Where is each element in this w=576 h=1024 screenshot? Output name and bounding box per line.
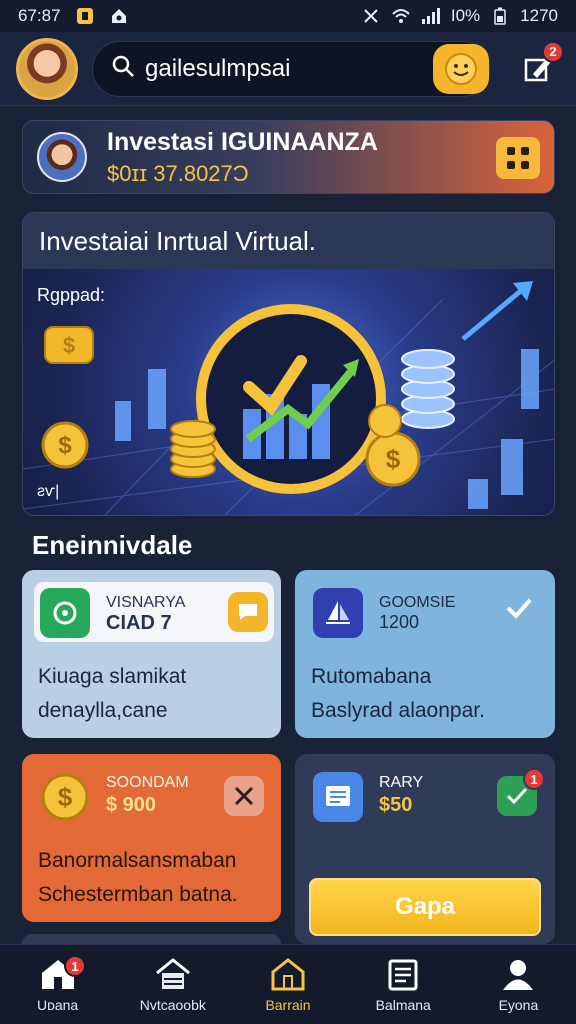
nav-notebook-label: Nvtcaoobk [139, 997, 206, 1013]
section-title: Eneinnivdale [32, 530, 193, 560]
clipboard-icon [388, 959, 418, 991]
hero-label-bottom: ƨѵ| [37, 483, 60, 500]
dollar-coin-icon: $ [40, 772, 90, 827]
grid-dot [507, 147, 515, 155]
signal-icon [421, 6, 441, 26]
nav-item-profile[interactable]: Eyona [461, 945, 576, 1024]
nav-item-home[interactable]: 1 Uᴅana [0, 945, 115, 1024]
compose-button[interactable]: 2 [518, 40, 564, 89]
nav-home-label: Uᴅana [37, 997, 79, 1013]
chat-icon [40, 588, 90, 638]
card-4-amount: $50 [379, 794, 413, 816]
smile-face-icon [445, 52, 477, 85]
person-icon [503, 960, 534, 990]
svg-text:$: $ [58, 782, 73, 812]
svg-text:$: $ [58, 432, 72, 459]
tools-icon[interactable] [224, 776, 264, 816]
home-active-icon [271, 958, 305, 991]
wifi-icon [391, 6, 411, 26]
user-avatar[interactable] [16, 37, 78, 100]
app-icon [109, 6, 129, 26]
card-1-subtitle: CIAD 7 [106, 612, 172, 634]
status-clock-right: 1270 [520, 6, 558, 25]
investment-illustration: $ $ $ [23, 281, 554, 515]
grid-dot [521, 161, 529, 169]
house-outline-icon [155, 958, 190, 989]
card-2-line-1: Rutomabana [311, 665, 432, 688]
status-bar: 67:87 Ӏ0% 1270 [0, 0, 576, 32]
notification-badge: 2 [542, 40, 564, 63]
banner-title: Investasi IGUINAANZA [107, 127, 378, 156]
grid-dot [507, 161, 515, 169]
nav-item-list[interactable]: Balmana [346, 945, 461, 1024]
card-3-amount: $ 900 [106, 794, 157, 816]
emoji-button[interactable] [433, 43, 489, 94]
card-3-line-1: Banormalsansmaban [38, 849, 237, 872]
banner-avatar [37, 132, 87, 182]
card-1-kicker: VISNARYA [106, 594, 186, 611]
status-time: 67:87 [18, 6, 61, 25]
feature-card-2[interactable]: GOOMSIE 1200 Rutomabana Baslyrad alaonpa… [295, 570, 555, 738]
nav-item-active[interactable]: Barrain [230, 945, 345, 1024]
grid-menu-button[interactable] [496, 137, 540, 179]
checkmark-icon [505, 596, 533, 625]
grid-dot [521, 147, 529, 155]
nav-active-label: Barrain [265, 997, 311, 1013]
coin-stack-icon: $ [44, 326, 94, 364]
top-header: gailesulmpsai 2 [0, 32, 576, 106]
receipt-icon [313, 772, 363, 822]
svg-text:$: $ [386, 444, 401, 474]
hero-title: Investaiai Inrtual Virtual. [39, 225, 316, 256]
hero-label-top: Rgppad: [37, 285, 106, 305]
search-input[interactable]: gailesulmpsai [145, 55, 290, 83]
card-1-line-1: Kiuaga slamikat [38, 665, 187, 688]
notification-square-icon [75, 6, 95, 26]
card-1-line-2: denaylla,cane [38, 699, 168, 722]
card-2-subtitle: 1200 [379, 612, 420, 632]
search-icon [111, 54, 135, 83]
nav-list-label: Balmana [375, 997, 431, 1013]
nav-profile-label: Eyona [498, 997, 539, 1013]
feature-card-1[interactable]: VISNARYA CIAD 7 Kiuaga slamikat denaylla… [22, 570, 281, 738]
card-3-line-2: Schestermban batna. [38, 883, 238, 906]
card-2-kicker: GOOMSIE [379, 594, 456, 611]
message-icon[interactable] [228, 592, 268, 632]
cta-button[interactable]: Gapa [309, 878, 541, 936]
battery-percent: Ӏ0% [450, 6, 481, 25]
card-4-kicker: RARY [379, 774, 424, 791]
dollar-coin-icon: $ [41, 421, 89, 469]
hero-card[interactable]: Investaiai Inrtual Virtual. $ $ $ Rgppad… [22, 212, 555, 516]
card-3-kicker: SOONDAM [106, 774, 189, 791]
nav-item-notebook[interactable]: Nvtcaoobk [115, 945, 230, 1024]
bottom-navigation: 1 Uᴅana Nvtcaoobk Barrain Balmana Eyona [0, 944, 576, 1024]
svg-text:$: $ [63, 333, 75, 358]
feature-card-4[interactable]: RARY $50 1 Gapa [295, 754, 555, 944]
card-4-badge: 1 [523, 768, 545, 790]
sailboat-icon [313, 588, 363, 638]
nav-home-badge: 1 [64, 955, 86, 977]
banner-amount: $0ɪɪ 37.8027Ͻ [107, 160, 249, 186]
hero-titlebar: Investaiai Inrtual Virtual. [23, 213, 554, 269]
mute-icon [361, 6, 381, 26]
battery-icon [490, 6, 510, 26]
card-2-line-2: Baslyrad alaonpar. [311, 699, 485, 722]
investment-banner[interactable]: Investasi IGUINAANZA $0ɪɪ 37.8027Ͻ [22, 120, 555, 194]
search-bar[interactable]: gailesulmpsai [92, 40, 490, 97]
feature-card-3[interactable]: $ SOONDAM $ 900 Banormalsansmaban Schest… [22, 754, 281, 922]
